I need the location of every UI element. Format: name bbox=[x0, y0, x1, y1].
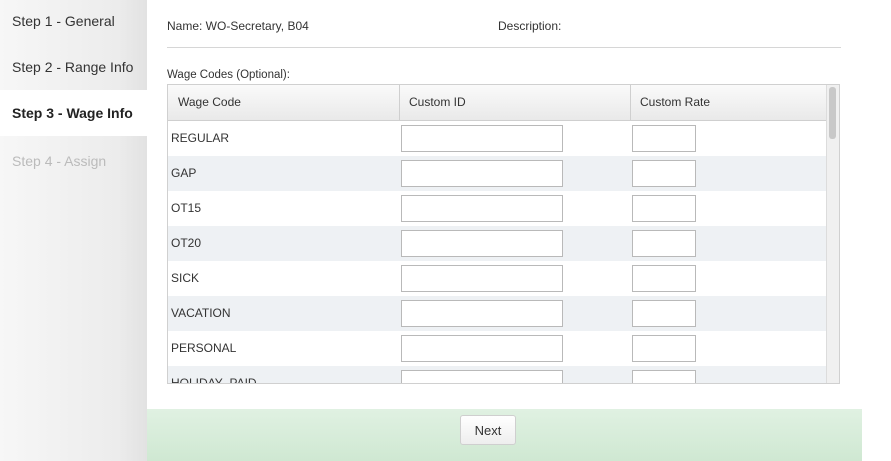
custom-rate-input[interactable] bbox=[632, 335, 696, 362]
custom-id-input[interactable] bbox=[401, 335, 563, 362]
step-wage-info[interactable]: Step 3 - Wage Info bbox=[12, 105, 133, 121]
table-row: VACATION bbox=[168, 296, 827, 331]
step-assign: Step 4 - Assign bbox=[12, 153, 107, 169]
custom-id-input[interactable] bbox=[401, 300, 563, 327]
grid-header: Wage Code Custom ID Custom Rate bbox=[168, 85, 827, 121]
custom-rate-input[interactable] bbox=[632, 370, 696, 383]
grid-scrollbar[interactable] bbox=[826, 85, 839, 383]
custom-id-input[interactable] bbox=[401, 265, 563, 292]
wage-code-cell: VACATION bbox=[171, 306, 231, 320]
wage-code-cell: REGULAR bbox=[171, 131, 230, 145]
next-button[interactable]: Next bbox=[460, 415, 516, 445]
header-custom-rate[interactable]: Custom Rate bbox=[640, 85, 710, 120]
header-wage-code[interactable]: Wage Code bbox=[178, 85, 241, 120]
name-field: Name: WO-Secretary, B04 bbox=[167, 19, 309, 33]
wizard-footer: Next bbox=[147, 409, 862, 461]
table-row: OT15 bbox=[168, 191, 827, 226]
custom-rate-input[interactable] bbox=[632, 265, 696, 292]
custom-id-input[interactable] bbox=[401, 160, 563, 187]
custom-rate-input[interactable] bbox=[632, 300, 696, 327]
custom-rate-input[interactable] bbox=[632, 230, 696, 257]
description-field: Description: bbox=[498, 19, 562, 33]
wizard-sidebar: Step 1 - General Step 2 - Range Info Ste… bbox=[0, 0, 147, 461]
main-panel: Name: WO-Secretary, B04 Description: Wag… bbox=[147, 0, 891, 461]
custom-id-input[interactable] bbox=[401, 195, 563, 222]
wage-code-cell: OT20 bbox=[171, 236, 202, 250]
custom-rate-input[interactable] bbox=[632, 160, 696, 187]
step-general[interactable]: Step 1 - General bbox=[12, 13, 115, 29]
wage-codes-label: Wage Codes (Optional): bbox=[167, 69, 290, 81]
column-separator bbox=[399, 85, 400, 120]
wage-codes-grid: Wage Code Custom ID Custom Rate REGULAR G… bbox=[167, 84, 840, 384]
wage-code-cell: PERSONAL bbox=[171, 341, 237, 355]
wage-code-cell: SICK bbox=[171, 271, 200, 285]
table-row: OT20 bbox=[168, 226, 827, 261]
wage-code-cell: OT15 bbox=[171, 201, 202, 215]
table-row: REGULAR bbox=[168, 121, 827, 156]
column-separator bbox=[630, 85, 631, 120]
table-row: SICK bbox=[168, 261, 827, 296]
header-custom-id[interactable]: Custom ID bbox=[409, 85, 466, 120]
step-range-info[interactable]: Step 2 - Range Info bbox=[12, 59, 133, 75]
divider bbox=[167, 47, 841, 48]
custom-id-input[interactable] bbox=[401, 230, 563, 257]
wage-code-cell: GAP bbox=[171, 166, 197, 180]
table-row: HOLIDAY_PAID bbox=[168, 366, 827, 384]
custom-id-input[interactable] bbox=[401, 125, 563, 152]
custom-rate-input[interactable] bbox=[632, 125, 696, 152]
table-row: GAP bbox=[168, 156, 827, 191]
table-row: PERSONAL bbox=[168, 331, 827, 366]
scrollbar-thumb[interactable] bbox=[829, 87, 836, 139]
wage-code-cell: HOLIDAY_PAID bbox=[171, 376, 257, 384]
custom-id-input[interactable] bbox=[401, 370, 563, 383]
custom-rate-input[interactable] bbox=[632, 195, 696, 222]
